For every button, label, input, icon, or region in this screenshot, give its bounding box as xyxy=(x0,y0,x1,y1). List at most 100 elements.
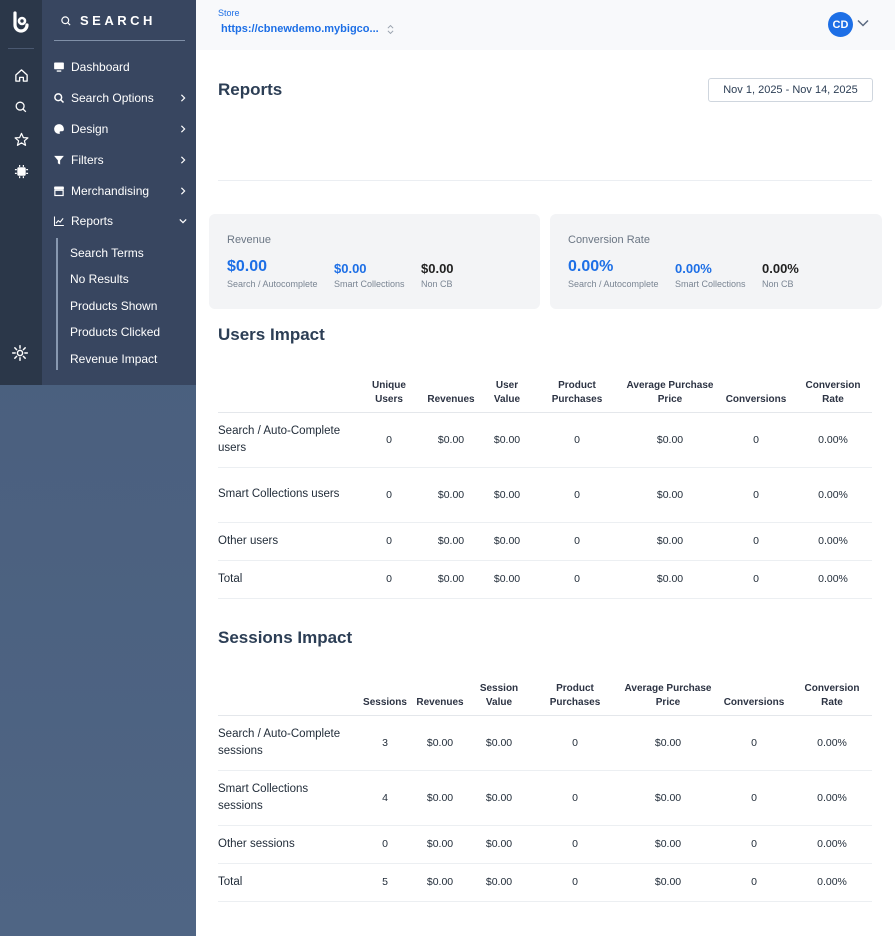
metric-search-autocomplete: 0.00% Search / Autocomplete xyxy=(568,258,659,289)
row-label: Other sessions xyxy=(218,825,358,864)
chevron-right-icon xyxy=(178,93,188,103)
table-cell: 0 xyxy=(530,825,620,864)
table-cell: $0.00 xyxy=(622,467,718,523)
table-cell: 5 xyxy=(358,863,412,902)
home-icon[interactable] xyxy=(11,65,31,85)
submenu-item-products-shown[interactable]: Products Shown xyxy=(70,297,157,315)
row-label: Total xyxy=(218,863,358,902)
column-header: Sessions xyxy=(358,675,412,716)
sidebar-item-filters[interactable]: Filters xyxy=(52,149,188,171)
metric-non-cb: 0.00% Non CB xyxy=(762,261,799,289)
submenu-item-products-clicked[interactable]: Products Clicked xyxy=(70,323,160,341)
app-logo-icon[interactable] xyxy=(9,10,33,34)
table-cell: $0.00 xyxy=(482,560,532,599)
store-icon xyxy=(52,184,66,198)
chevron-right-icon xyxy=(178,124,188,134)
table-cell: 0 xyxy=(718,522,794,561)
chevron-down-icon[interactable] xyxy=(857,18,869,28)
table-row: Other users 0 $0.00 $0.00 0 $0.00 0 0.00… xyxy=(218,522,872,561)
metric-search-autocomplete: $0.00 Search / Autocomplete xyxy=(227,258,318,289)
table-cell: 0.00% xyxy=(794,560,872,599)
table-cell: $0.00 xyxy=(468,770,530,826)
table-cell: 0 xyxy=(358,560,420,599)
store-select[interactable]: https://cbnewdemo.mybigco... xyxy=(221,23,394,35)
chip-icon[interactable] xyxy=(11,161,31,181)
brand-divider xyxy=(54,40,185,41)
star-icon[interactable] xyxy=(11,129,31,149)
table-cell: 3 xyxy=(358,715,412,771)
table-cell: 0 xyxy=(532,522,622,561)
store-label: Store xyxy=(218,8,240,18)
brand: SEARCH xyxy=(60,13,156,28)
divider xyxy=(218,180,872,181)
table-cell: $0.00 xyxy=(412,825,468,864)
column-header: Conversions xyxy=(716,675,792,716)
table-cell: $0.00 xyxy=(412,715,468,771)
table-row: Smart Collections users 0 $0.00 $0.00 0 … xyxy=(218,467,872,523)
table-row: Total 0 $0.00 $0.00 0 $0.00 0 0.00% xyxy=(218,560,872,599)
metric-label: Search / Autocomplete xyxy=(568,279,659,289)
metric-label: Smart Collections xyxy=(334,279,405,289)
table-cell: $0.00 xyxy=(622,560,718,599)
table-cell: $0.00 xyxy=(622,412,718,468)
user-avatar[interactable]: CD xyxy=(828,12,853,37)
row-label: Total xyxy=(218,560,358,599)
column-header: Conversion Rate xyxy=(792,675,872,716)
chevron-right-icon xyxy=(178,186,188,196)
row-label: Smart Collections users xyxy=(218,467,358,523)
table-cell: 0 xyxy=(716,770,792,826)
sidebar-item-search-options[interactable]: Search Options xyxy=(52,87,188,109)
sidebar-item-dashboard[interactable]: Dashboard xyxy=(52,56,188,78)
table-cell: 0 xyxy=(716,715,792,771)
submenu-item-search-terms[interactable]: Search Terms xyxy=(70,244,144,262)
card-title: Conversion Rate xyxy=(568,234,650,246)
table-cell: 0.00% xyxy=(792,825,872,864)
date-range-picker[interactable]: Nov 1, 2025 - Nov 14, 2025 xyxy=(708,78,873,102)
filter-icon xyxy=(52,153,66,167)
table-cell: 0 xyxy=(358,467,420,523)
store-value: https://cbnewdemo.mybigco... xyxy=(221,23,379,35)
column-header xyxy=(218,372,358,413)
sidebar-item-reports[interactable]: Reports xyxy=(52,210,188,232)
table-cell: $0.00 xyxy=(620,715,716,771)
table-cell: $0.00 xyxy=(468,863,530,902)
monitor-icon xyxy=(52,60,66,74)
table-cell: 0.00% xyxy=(794,467,872,523)
submenu-item-no-results[interactable]: No Results xyxy=(70,270,129,288)
sidebar-item-merchandising[interactable]: Merchandising xyxy=(52,180,188,202)
column-header: Session Value xyxy=(468,675,530,716)
search-chat-icon[interactable] xyxy=(11,97,31,117)
chart-line-icon xyxy=(52,214,66,228)
table-row: Smart Collections sessions 4 $0.00 $0.00… xyxy=(218,770,872,826)
metric-label: Search / Autocomplete xyxy=(227,279,318,289)
submenu-item-revenue-impact[interactable]: Revenue Impact xyxy=(70,350,157,368)
table-cell: $0.00 xyxy=(420,560,482,599)
metric-label: Non CB xyxy=(421,279,453,289)
row-label: Search / Auto-Complete users xyxy=(218,412,358,468)
column-header: Average Purchase Price xyxy=(620,675,716,716)
sidebar-item-design[interactable]: Design xyxy=(52,118,188,140)
column-header: Conversion Rate xyxy=(794,372,872,413)
table-cell: 0.00% xyxy=(794,522,872,561)
metric-label: Smart Collections xyxy=(675,279,746,289)
table-cell: $0.00 xyxy=(468,825,530,864)
table-cell: 0 xyxy=(716,863,792,902)
chevron-right-icon xyxy=(178,155,188,165)
metric-value: $0.00 xyxy=(227,258,268,275)
table-cell: $0.00 xyxy=(412,770,468,826)
rail-divider xyxy=(8,48,34,49)
metric-value: $0.00 xyxy=(334,261,367,276)
table-cell: 0 xyxy=(530,715,620,771)
metric-value: 0.00% xyxy=(675,261,712,276)
table-cell: 0.00% xyxy=(794,412,872,468)
table-cell: 0 xyxy=(358,412,420,468)
page-title: Reports xyxy=(218,80,283,99)
table-cell: 0.00% xyxy=(792,715,872,771)
table-cell: 0 xyxy=(718,412,794,468)
table-cell: $0.00 xyxy=(420,412,482,468)
row-label: Other users xyxy=(218,522,358,561)
column-header: Product Purchases xyxy=(532,372,622,413)
card-title: Revenue xyxy=(227,234,272,246)
top-header: Store https://cbnewdemo.mybigco... CD xyxy=(196,0,895,50)
settings-gear-icon[interactable] xyxy=(11,344,31,364)
